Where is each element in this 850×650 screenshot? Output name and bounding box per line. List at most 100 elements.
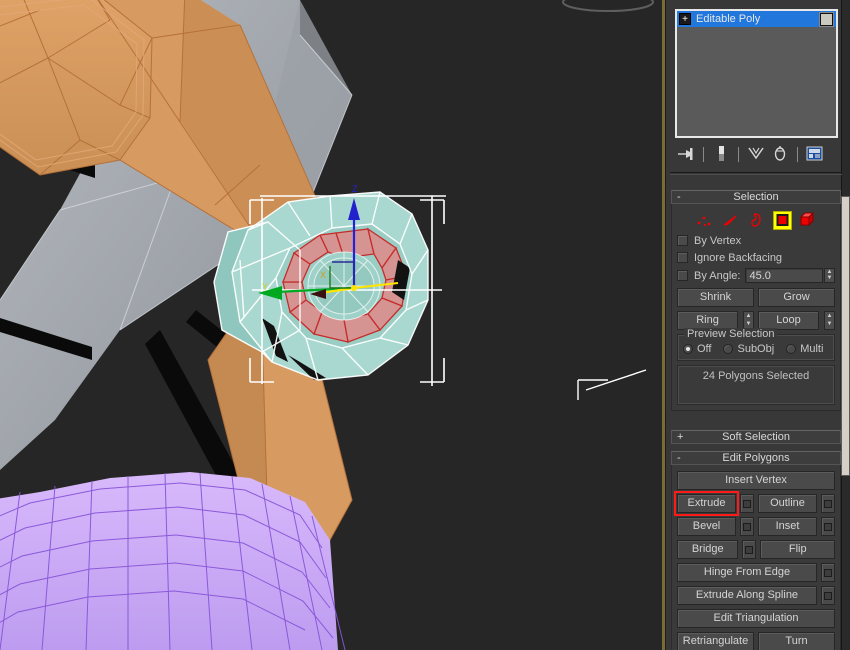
toolbar-separator (703, 146, 704, 162)
toolbar-separator (797, 146, 798, 162)
outline-settings-button[interactable] (821, 494, 835, 513)
ignore-backfacing-checkbox[interactable] (677, 252, 688, 263)
grow-button[interactable]: Grow (758, 288, 835, 307)
insert-vertex-button[interactable]: Insert Vertex (677, 471, 835, 490)
spinner-up-arrow[interactable]: ▲ (746, 313, 752, 319)
preview-subobj-label: SubObj (737, 343, 775, 355)
by-angle-spinner[interactable]: ▲ ▼ (824, 268, 835, 283)
rollout-expand-sign[interactable]: + (677, 431, 683, 444)
by-angle-checkbox[interactable] (677, 270, 688, 281)
modifier-stack-toolbar[interactable] (675, 143, 838, 165)
rollout-edit-polygons-header[interactable]: - Edit Polygons (671, 451, 841, 465)
show-end-result-icon[interactable] (710, 144, 732, 164)
modifier-stack-item-label: Editable Poly (696, 13, 761, 25)
extrude-along-spline-button[interactable]: Extrude Along Spline (677, 586, 817, 605)
application-window: Z Y X + Editable Poly - Selection By Ver… (0, 0, 850, 650)
rollout-selection-body: By Vertex Ignore Backfacing By Angle: 45… (671, 204, 841, 411)
configure-modifier-sets-icon[interactable] (804, 144, 826, 164)
outline-button[interactable]: Outline (758, 494, 817, 513)
border-mode-icon[interactable] (747, 211, 766, 230)
rollout-soft-selection-header[interactable]: + Soft Selection (671, 430, 841, 444)
selection-status-text: 24 Polygons Selected (702, 370, 810, 382)
bevel-settings-button[interactable] (740, 517, 754, 536)
hinge-from-edge-settings-button[interactable] (821, 563, 835, 582)
pin-stack-icon[interactable] (675, 144, 697, 164)
rollout-edit-polygons-body: Insert Vertex Extrude Outline Bevel Inse… (671, 465, 841, 650)
shrink-button[interactable]: Shrink (677, 288, 754, 307)
rollout-selection-header[interactable]: - Selection (671, 190, 841, 204)
edit-triangulation-button[interactable]: Edit Triangulation (677, 609, 835, 628)
polygon-mode-icon[interactable] (772, 210, 792, 230)
edit-triangulation-row: Edit Triangulation (677, 609, 835, 628)
preview-selection-title: Preview Selection (684, 328, 778, 340)
preview-off-label: Off (697, 343, 712, 355)
expand-plus-icon[interactable]: + (679, 13, 691, 25)
scrollbar-thumb[interactable] (841, 196, 850, 476)
extrude-along-spline-row: Extrude Along Spline (677, 586, 835, 605)
toolbar-separator (738, 146, 739, 162)
turn-button[interactable]: Turn (758, 632, 835, 650)
flip-button[interactable]: Flip (760, 540, 835, 559)
settings-square-icon (824, 499, 832, 508)
spinner-up-arrow[interactable]: ▲ (827, 313, 833, 319)
by-angle-row[interactable]: By Angle: 45.0 ▲ ▼ (677, 267, 835, 284)
color-swatch[interactable] (819, 12, 834, 27)
inset-button[interactable]: Inset (758, 517, 817, 536)
insert-vertex-row: Insert Vertex (677, 471, 835, 490)
preview-off-radio[interactable] (683, 344, 693, 354)
preview-subobj-radio[interactable] (723, 344, 734, 354)
viewport-scene: Z Y X (0, 0, 662, 650)
element-mode-icon[interactable] (799, 211, 818, 230)
by-vertex-row[interactable]: By Vertex (677, 232, 835, 249)
gizmo-y-label: Y (262, 282, 268, 292)
rollout-soft-selection-title: Soft Selection (722, 431, 790, 443)
spinner-down-arrow[interactable]: ▼ (827, 275, 833, 281)
vertex-mode-icon[interactable] (695, 211, 714, 230)
remove-modifier-icon[interactable] (769, 144, 791, 164)
modifier-stack-item-editable-poly[interactable]: + Editable Poly (677, 11, 836, 27)
settings-square-icon (824, 522, 832, 531)
perspective-viewport[interactable]: Z Y X (0, 0, 662, 650)
rollout-collapse-sign[interactable]: - (677, 452, 681, 465)
rollout-edit-polygons-title: Edit Polygons (722, 452, 790, 464)
selection-status-box: 24 Polygons Selected (677, 365, 835, 405)
inset-settings-button[interactable] (821, 517, 835, 536)
make-unique-icon[interactable] (745, 144, 767, 164)
gizmo-z-label: Z (352, 184, 358, 194)
preview-selection-options[interactable]: Off SubObj Multi (683, 343, 829, 355)
retriangulate-button[interactable]: Retriangulate (677, 632, 754, 650)
command-panel-scrollbar[interactable] (841, 0, 850, 650)
bevel-button[interactable]: Bevel (677, 517, 736, 536)
settings-square-icon (743, 499, 751, 508)
modifier-stack-list[interactable]: + Editable Poly (675, 9, 838, 138)
hinge-from-edge-button[interactable]: Hinge From Edge (677, 563, 817, 582)
spinner-down-arrow[interactable]: ▼ (746, 321, 752, 327)
shrink-grow-row: Shrink Grow (677, 288, 835, 307)
loop-spinner[interactable]: ▲ ▼ (824, 311, 835, 330)
ignore-backfacing-label: Ignore Backfacing (694, 251, 783, 264)
preview-multi-radio[interactable] (786, 344, 797, 354)
command-panel: + Editable Poly - Selection By Vertex Ig… (665, 0, 850, 650)
by-vertex-checkbox[interactable] (677, 235, 688, 246)
rollout-edit-polygons: - Edit Polygons Insert Vertex Extrude Ou… (671, 451, 841, 650)
bridge-settings-button[interactable] (742, 540, 757, 559)
rollout-collapse-sign[interactable]: - (677, 191, 681, 204)
settings-square-icon (824, 591, 832, 600)
subobject-mode-bar[interactable] (677, 208, 835, 232)
spinner-down-arrow[interactable]: ▼ (827, 321, 833, 327)
purple-dome-mesh (0, 472, 346, 650)
edge-mode-icon[interactable] (721, 211, 740, 230)
bridge-button[interactable]: Bridge (677, 540, 739, 559)
extrude-button[interactable]: Extrude (674, 491, 739, 516)
bevel-inset-row: Bevel Inset (677, 517, 835, 536)
extrude-settings-button[interactable] (740, 494, 754, 513)
by-vertex-label: By Vertex (694, 234, 742, 247)
by-angle-input[interactable]: 45.0 (745, 268, 823, 283)
ignore-backfacing-row[interactable]: Ignore Backfacing (677, 249, 835, 266)
gizmo-x-label: X (320, 270, 326, 280)
extrude-along-spline-settings-button[interactable] (821, 586, 835, 605)
settings-square-icon (745, 545, 754, 554)
preview-multi-label: Multi (800, 343, 824, 355)
spinner-up-arrow[interactable]: ▲ (827, 269, 833, 275)
by-angle-label: By Angle: (694, 269, 741, 282)
